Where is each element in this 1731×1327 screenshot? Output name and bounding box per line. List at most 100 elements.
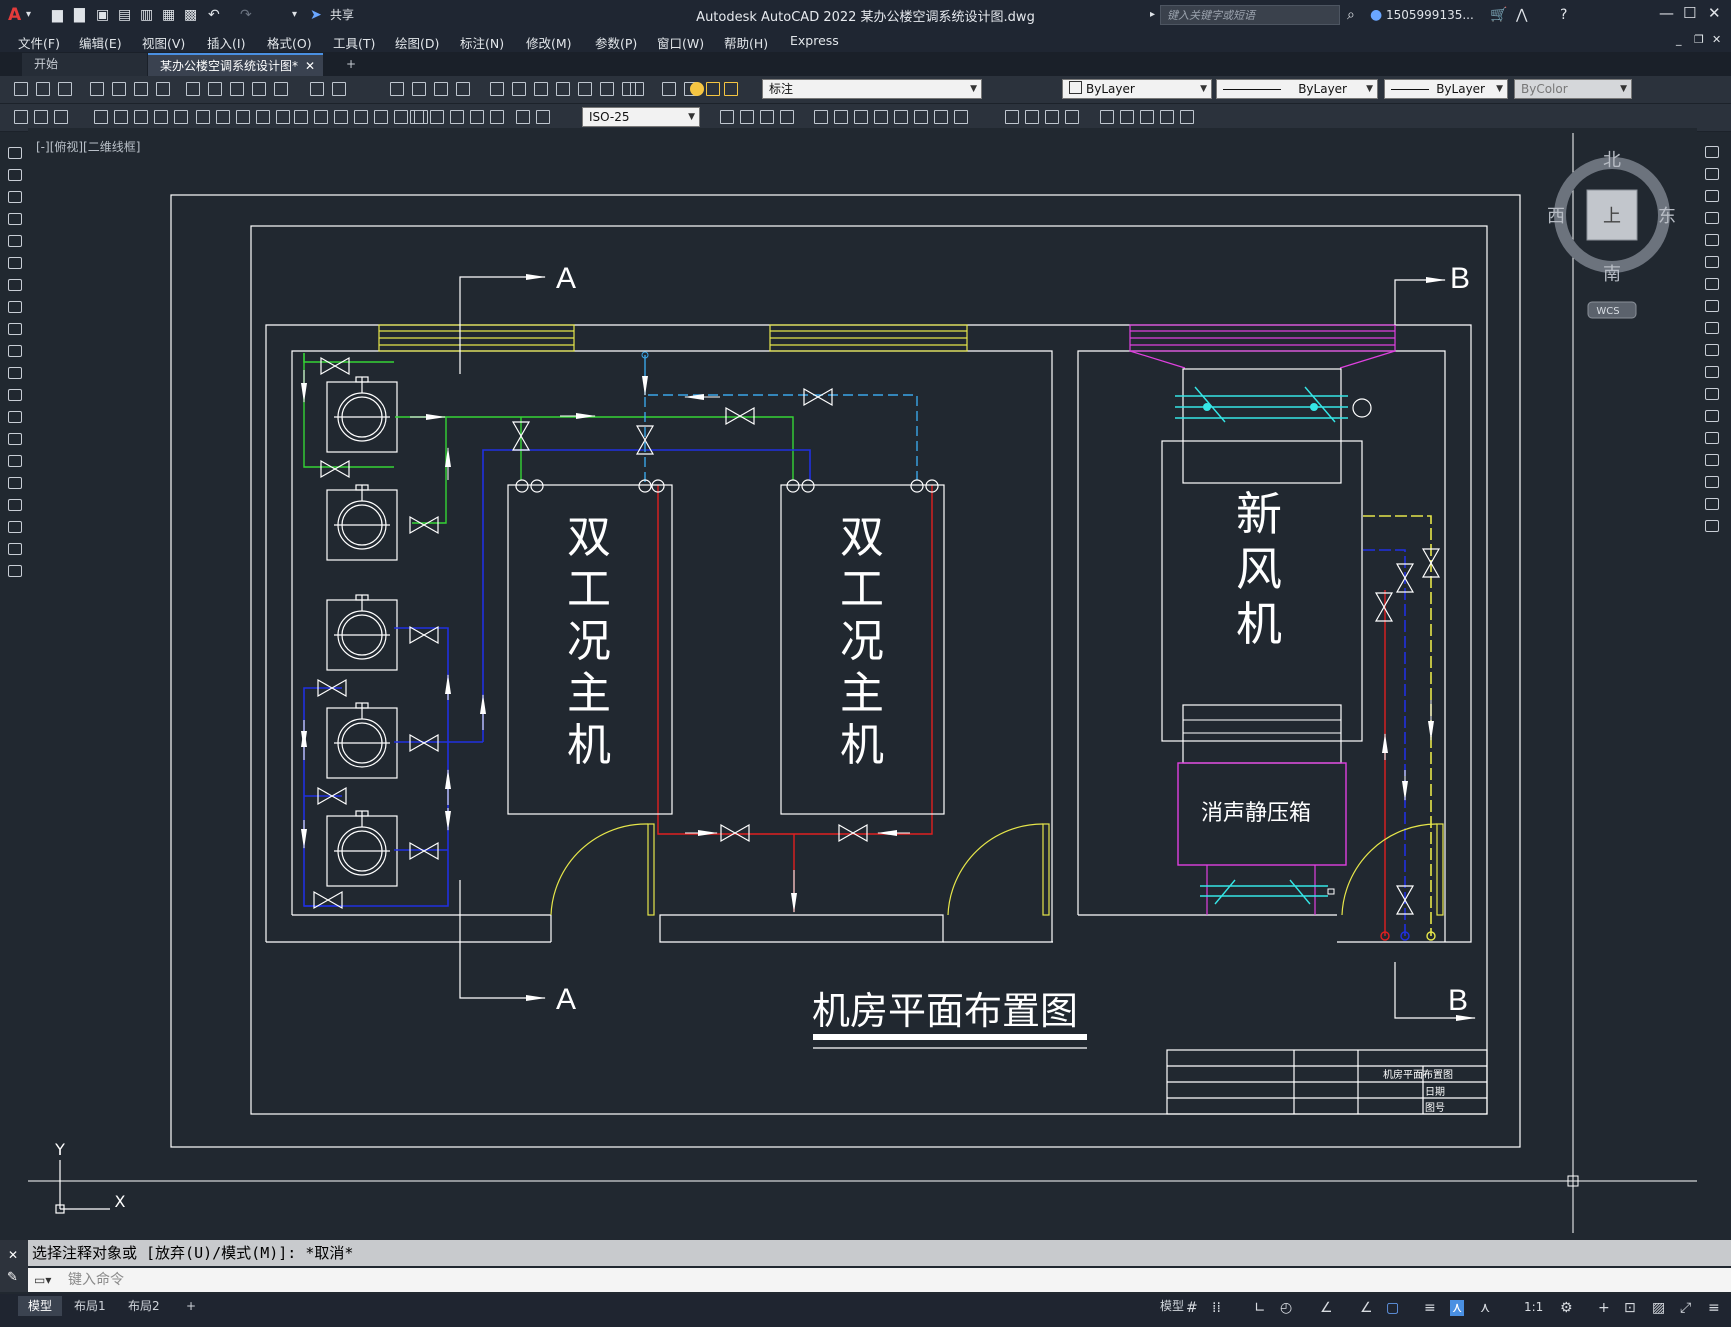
draw-tool-icon-9[interactable] [8,345,22,357]
menu-view[interactable]: 视图(V) [142,33,185,52]
standard-tool-icon-19[interactable] [512,82,526,96]
standard-tool-icon-13[interactable] [332,82,346,96]
modify-tool-icon-11[interactable] [1705,388,1719,400]
standard-tool-icon-2[interactable] [58,82,72,96]
viewcube-north[interactable]: 北 [1603,150,1621,171]
menu-tools[interactable]: 工具(T) [333,33,375,52]
dimension-tool-icon-2[interactable] [54,110,68,124]
dimension-tool-icon-47[interactable] [1180,110,1194,124]
standard-tool-icon-1[interactable] [36,82,50,96]
dimension-tool-icon-26[interactable] [536,110,550,124]
restore-icon[interactable]: ☐ [1683,4,1696,22]
layer-dropdown[interactable]: 标注 ▼ [762,79,982,99]
standard-tool-icon-20[interactable] [534,82,548,96]
draw-tool-icon-15[interactable] [8,477,22,489]
doc-minimize-icon[interactable]: _ [1676,33,1682,46]
standard-tool-icon-11[interactable] [274,82,288,96]
standard-tool-icon-14[interactable] [390,82,404,96]
fullscreen-icon[interactable]: ⤢ [1680,1300,1691,1316]
ortho-icon[interactable]: ∟ [1254,1300,1266,1316]
color-dropdown[interactable]: ByLayer ▼ [1062,79,1212,99]
modify-tool-icon-6[interactable] [1705,278,1719,290]
dimension-tool-icon-46[interactable] [1160,110,1174,124]
search-icon[interactable]: ⌕ [1347,5,1355,25]
dimension-tool-icon-15[interactable] [334,110,348,124]
modify-tool-icon-0[interactable] [1705,146,1719,158]
modify-tool-icon-8[interactable] [1705,322,1719,334]
modify-tool-icon-12[interactable] [1705,410,1719,422]
draw-tool-icon-8[interactable] [8,323,22,335]
dimension-tool-icon-20[interactable] [410,110,424,124]
dimension-tool-icon-22[interactable] [450,110,464,124]
menu-help[interactable]: 帮助(H) [724,33,768,52]
dimension-tool-icon-24[interactable] [490,110,504,124]
dimstyle-dropdown[interactable]: ISO-25 ▼ [582,107,700,127]
dimension-tool-icon-17[interactable] [374,110,388,124]
standard-tool-icon-21[interactable] [556,82,570,96]
modify-tool-icon-4[interactable] [1705,234,1719,246]
polar-icon[interactable]: ◴ [1280,1300,1292,1316]
draw-tool-icon-16[interactable] [8,499,22,511]
dimension-tool-icon-18[interactable] [394,110,408,124]
dimension-tool-icon-14[interactable] [314,110,328,124]
draw-tool-icon-5[interactable] [8,257,22,269]
layer-freeze-icon[interactable] [706,82,720,96]
search-expand-icon[interactable]: ▸ [1150,5,1155,25]
standard-tool-icon-9[interactable] [230,82,244,96]
draw-tool-icon-18[interactable] [8,543,22,555]
draw-tool-icon-3[interactable] [8,213,22,225]
draw-tool-icon-17[interactable] [8,521,22,533]
dimension-tool-icon-35[interactable] [894,110,908,124]
command-input[interactable]: ▭▾ 键入命令 [28,1268,1731,1292]
menu-draw[interactable]: 绘图(D) [395,33,439,52]
close-icon[interactable]: ✕ [1708,4,1721,22]
dimension-tool-icon-37[interactable] [934,110,948,124]
standard-tool-icon-4[interactable] [112,82,126,96]
add-layout-icon[interactable]: + [176,1296,206,1316]
standard-tool-icon-10[interactable] [252,82,266,96]
dimension-tool-icon-33[interactable] [854,110,868,124]
draw-tool-icon-13[interactable] [8,433,22,445]
dimension-tool-icon-21[interactable] [430,110,444,124]
standard-tool-icon-22[interactable] [578,82,592,96]
search-input[interactable]: 键入关键字或短语 [1160,5,1340,25]
dynamic-input-icon[interactable]: ∠ [1360,1300,1373,1316]
menu-modify[interactable]: 修改(M) [526,33,572,52]
layout-tab-2[interactable]: 布局2 [118,1296,170,1316]
standard-tool-icon-6[interactable] [156,82,170,96]
tab-start[interactable]: 开始 [22,53,147,76]
menu-insert[interactable]: 插入(I) [207,33,245,52]
draw-tool-icon-14[interactable] [8,455,22,467]
drawing-svg[interactable]: A A B B 双工况主机 双工况主机 新风机 消声静压箱 机房平面布置图 机房… [28,128,1697,1233]
standard-tool-icon-26[interactable] [662,82,676,96]
dimension-tool-icon-41[interactable] [1045,110,1059,124]
dimension-tool-icon-7[interactable] [174,110,188,124]
menu-file[interactable]: 文件(F) [18,33,60,52]
auto-scale-icon[interactable]: ⋏ [1480,1300,1490,1316]
modify-tool-icon-13[interactable] [1705,432,1719,444]
standard-tool-icon-17[interactable] [456,82,470,96]
dimension-tool-icon-38[interactable] [954,110,968,124]
draw-tool-icon-19[interactable] [8,565,22,577]
dimension-tool-icon-23[interactable] [470,110,484,124]
standard-tool-icon-18[interactable] [490,82,504,96]
menu-window[interactable]: 窗口(W) [657,33,704,52]
standard-tool-icon-8[interactable] [208,82,222,96]
layer-lock-icon[interactable] [724,82,738,96]
viewcube-east[interactable]: 东 [1658,206,1676,227]
standard-tool-icon-23[interactable] [600,82,614,96]
layout-tab-1[interactable]: 布局1 [64,1296,116,1316]
standard-tool-icon-3[interactable] [90,82,104,96]
draw-tool-icon-11[interactable] [8,389,22,401]
modify-tool-icon-9[interactable] [1705,344,1719,356]
dimension-tool-icon-32[interactable] [834,110,848,124]
grid-icon[interactable]: # [1186,1300,1198,1316]
command-close-icon[interactable]: ✕ [8,1248,18,1262]
modify-tool-icon-10[interactable] [1705,366,1719,378]
dimension-tool-icon-34[interactable] [874,110,888,124]
menu-parametric[interactable]: 参数(P) [595,33,637,52]
dimension-tool-icon-0[interactable] [14,110,28,124]
draw-tool-icon-0[interactable] [8,147,22,159]
draw-tool-icon-6[interactable] [8,279,22,291]
annotation-scale[interactable]: 1:1 [1524,1300,1543,1314]
